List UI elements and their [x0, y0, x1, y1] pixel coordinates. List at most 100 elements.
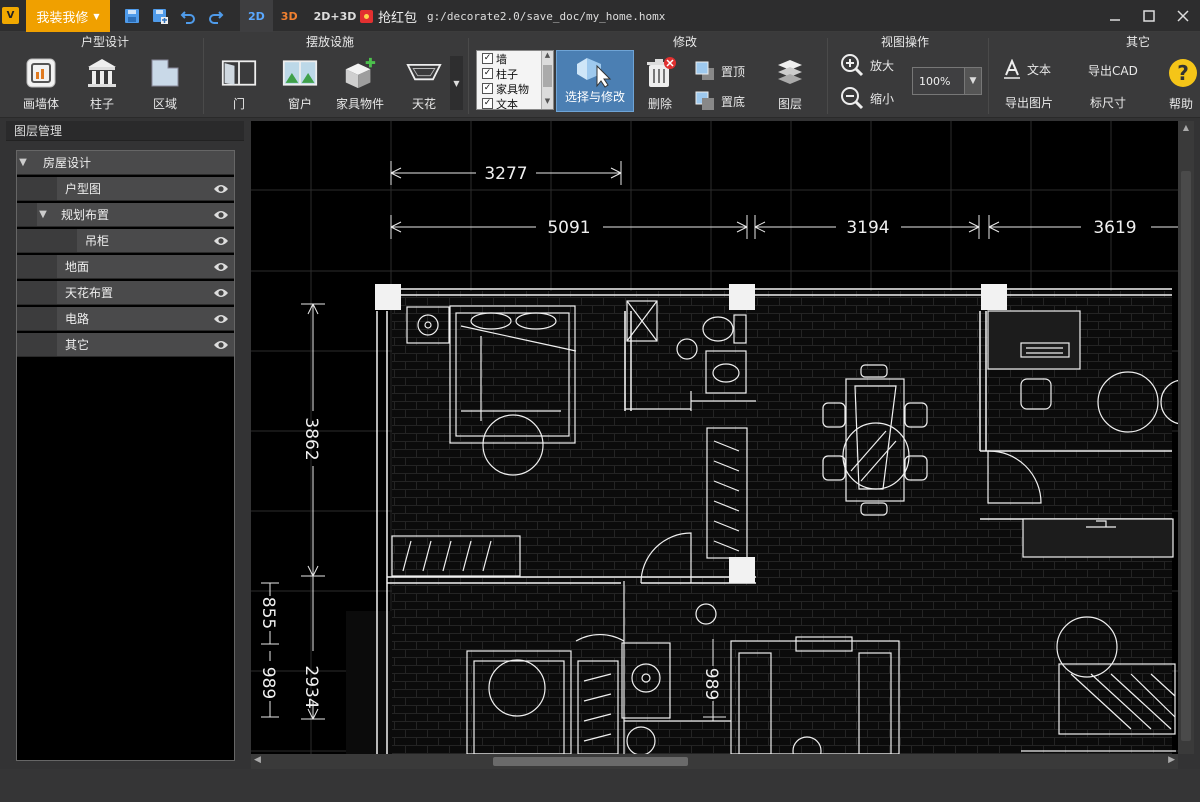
layer-tree-item[interactable]: 天花布置	[57, 281, 234, 305]
export-cad-button[interactable]: 导出CAD	[1088, 62, 1138, 79]
scroll-right-icon[interactable]: ▶	[1168, 755, 1175, 765]
redo-icon[interactable]	[206, 6, 226, 26]
layer-tree-label: 电路	[65, 312, 90, 326]
layer-tree-label: 户型图	[65, 182, 102, 196]
canvas-vertical-scrollbar[interactable]: ▲	[1178, 121, 1194, 754]
canvas-horizontal-scrollbar[interactable]: ◀ ▶	[251, 754, 1178, 769]
furniture-icon	[342, 55, 378, 91]
scroll-left-icon[interactable]: ◀	[254, 755, 261, 765]
save-as-icon[interactable]	[150, 6, 170, 26]
chevron-down-icon: ▼	[964, 68, 981, 94]
dimension-label: 3194	[846, 218, 889, 238]
send-to-bottom-label: 置底	[721, 94, 746, 109]
zoom-select[interactable]: 100% ▼	[912, 67, 982, 95]
floor-plan-canvas[interactable]: 3277 5091 3194 3619 3862 855 989 2934 98…	[251, 121, 1194, 754]
eye-icon[interactable]	[210, 179, 232, 199]
furniture-button[interactable]: 家具物件	[333, 54, 387, 112]
checkbox-icon: ✓	[482, 98, 493, 109]
layer-tree-label: 其它	[65, 338, 90, 352]
layer-tree-item[interactable]: ▼ 规划布置	[37, 203, 234, 227]
dimension-button[interactable]: 标尺寸	[1090, 94, 1126, 111]
text-icon	[1004, 59, 1020, 79]
main-menu-label: 我装我修	[36, 10, 89, 26]
door-button[interactable]: 门	[213, 54, 265, 112]
checkbox-icon: ✓	[482, 53, 493, 64]
layers-label: 图层	[777, 97, 802, 111]
layer-tree-item[interactable]: ▼ 房屋设计	[17, 151, 234, 175]
eye-icon[interactable]	[210, 335, 232, 355]
ribbon-separator	[988, 38, 989, 114]
zoom-out-icon	[841, 87, 864, 110]
horizontal-scroll-thumb[interactable]	[493, 757, 688, 766]
export-image-label: 导出图片	[1005, 96, 1054, 110]
eye-icon[interactable]	[210, 283, 232, 303]
help-button[interactable]: ? 帮助	[1162, 54, 1200, 112]
dimension-label: 3862	[301, 417, 321, 460]
delete-button[interactable]: 删除	[640, 54, 680, 112]
eye-icon[interactable]	[210, 205, 232, 225]
red-packet-icon	[360, 9, 373, 23]
close-icon[interactable]	[1166, 0, 1200, 32]
pillar-button[interactable]: 柱子	[76, 54, 128, 112]
door-icon	[221, 55, 257, 91]
layers-button[interactable]: 图层	[770, 54, 810, 112]
draw-wall-button[interactable]: 画墙体	[15, 54, 67, 112]
tree-indent	[17, 333, 57, 357]
dimension-label: 标尺寸	[1090, 96, 1127, 110]
layer-tree-item[interactable]: 户型图	[57, 177, 234, 201]
layer-tree-item[interactable]: 吊柜	[77, 229, 234, 253]
layer-tree-item[interactable]: 地面	[57, 255, 234, 279]
ceiling-button[interactable]: 天花	[398, 54, 450, 112]
area-button[interactable]: 区域	[139, 54, 191, 112]
tree-indent	[17, 177, 57, 201]
select-modify-label: 选择与修改	[564, 90, 625, 104]
facility-more-icon[interactable]: ▼	[450, 56, 463, 110]
zoom-out-button[interactable]: 缩小	[840, 86, 894, 110]
window-button[interactable]: 窗户	[274, 54, 326, 112]
zoom-in-button[interactable]: 放大	[840, 53, 894, 77]
zoom-out-label: 缩小	[870, 91, 895, 106]
delete-label: 删除	[647, 97, 672, 111]
help-icon: ?	[1163, 55, 1199, 91]
ceiling-label: 天花	[411, 97, 436, 111]
save-icon[interactable]	[122, 6, 142, 26]
eye-icon[interactable]	[210, 309, 232, 329]
bring-to-top-button[interactable]: 置顶	[695, 61, 745, 81]
red-packet-button[interactable]: 抢红包	[360, 0, 417, 32]
send-to-bottom-icon	[695, 91, 714, 110]
layer-tree-item[interactable]: 其它	[57, 333, 234, 357]
eye-icon[interactable]	[210, 231, 232, 251]
tab-3d[interactable]: 3D	[273, 0, 306, 32]
layer-panel-title: 图层管理	[6, 121, 244, 141]
dimension-label: 3277	[484, 164, 527, 184]
text-button[interactable]: 文本	[1003, 59, 1051, 79]
tab-2d-3d[interactable]: 2D+3D	[306, 0, 365, 32]
layer-tree-item[interactable]: 电路	[57, 307, 234, 331]
expand-arrow-icon[interactable]: ▼	[37, 209, 49, 220]
layer-tree-label: 地面	[65, 260, 90, 274]
undo-icon[interactable]	[178, 6, 198, 26]
eye-icon[interactable]	[210, 257, 232, 277]
select-modify-button[interactable]: 选择与修改	[556, 50, 634, 112]
group-title-facilities: 摆放设施	[305, 35, 354, 49]
area-label: 区域	[152, 97, 177, 111]
tree-indent	[17, 281, 57, 305]
pillar-label: 柱子	[89, 97, 114, 111]
vertical-scroll-thumb[interactable]	[1181, 171, 1191, 741]
export-image-button[interactable]: 导出图片	[1005, 94, 1053, 111]
layer-checklist-scrollbar[interactable]: ▲ ▼	[541, 51, 553, 109]
tree-indent	[17, 229, 77, 253]
bring-to-top-icon	[695, 61, 714, 80]
tree-indent	[17, 255, 57, 279]
dimension-label: 855	[258, 597, 278, 629]
minimize-icon[interactable]	[1098, 0, 1132, 32]
send-to-bottom-button[interactable]: 置底	[695, 91, 745, 111]
expand-arrow-icon[interactable]: ▼	[17, 157, 29, 168]
main-menu-button[interactable]: 我装我修 ▼	[26, 0, 110, 32]
maximize-icon[interactable]	[1132, 0, 1166, 32]
delete-icon	[642, 55, 678, 91]
layer-tree-label: 吊柜	[85, 234, 110, 248]
tab-2d[interactable]: 2D	[240, 0, 273, 32]
scroll-up-icon[interactable]: ▲	[1178, 123, 1194, 132]
ribbon-separator	[468, 38, 469, 114]
